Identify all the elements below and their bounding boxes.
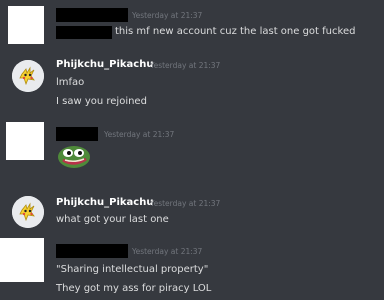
username-redacted[interactable] bbox=[56, 8, 128, 22]
message-timestamp: Yesterday at 21:37 bbox=[132, 11, 203, 20]
message-text: this mf new account cuz the last one got… bbox=[115, 26, 356, 37]
frog-emoji-icon bbox=[56, 143, 92, 169]
message-text: "Sharing intellectual property" bbox=[56, 264, 209, 275]
avatar[interactable] bbox=[12, 196, 44, 228]
message-text: lmfao bbox=[56, 77, 85, 88]
username[interactable]: Phijkchu_Pikachu bbox=[56, 196, 153, 210]
username[interactable]: Phijkchu_Pikachu bbox=[56, 58, 153, 72]
pikachu-avatar-icon bbox=[12, 60, 44, 92]
pikachu-avatar-icon bbox=[12, 196, 44, 228]
avatar-redacted[interactable] bbox=[0, 238, 44, 282]
username-redacted[interactable] bbox=[56, 127, 98, 141]
avatar-redacted[interactable] bbox=[6, 122, 44, 160]
message-text: what got your last one bbox=[56, 214, 169, 225]
message-timestamp: Yesterday at 21:37 bbox=[150, 61, 221, 70]
mention-redacted bbox=[56, 26, 112, 39]
avatar[interactable] bbox=[12, 60, 44, 92]
message-timestamp: Yesterday at 21:37 bbox=[150, 199, 221, 208]
message-timestamp: Yesterday at 21:37 bbox=[104, 130, 175, 139]
message-text: They got my ass for piracy LOL bbox=[56, 283, 212, 294]
message-timestamp: Yesterday at 21:37 bbox=[132, 247, 203, 256]
avatar-redacted[interactable] bbox=[8, 6, 44, 44]
username-redacted[interactable] bbox=[56, 244, 128, 258]
message-text: I saw you rejoined bbox=[56, 96, 147, 107]
